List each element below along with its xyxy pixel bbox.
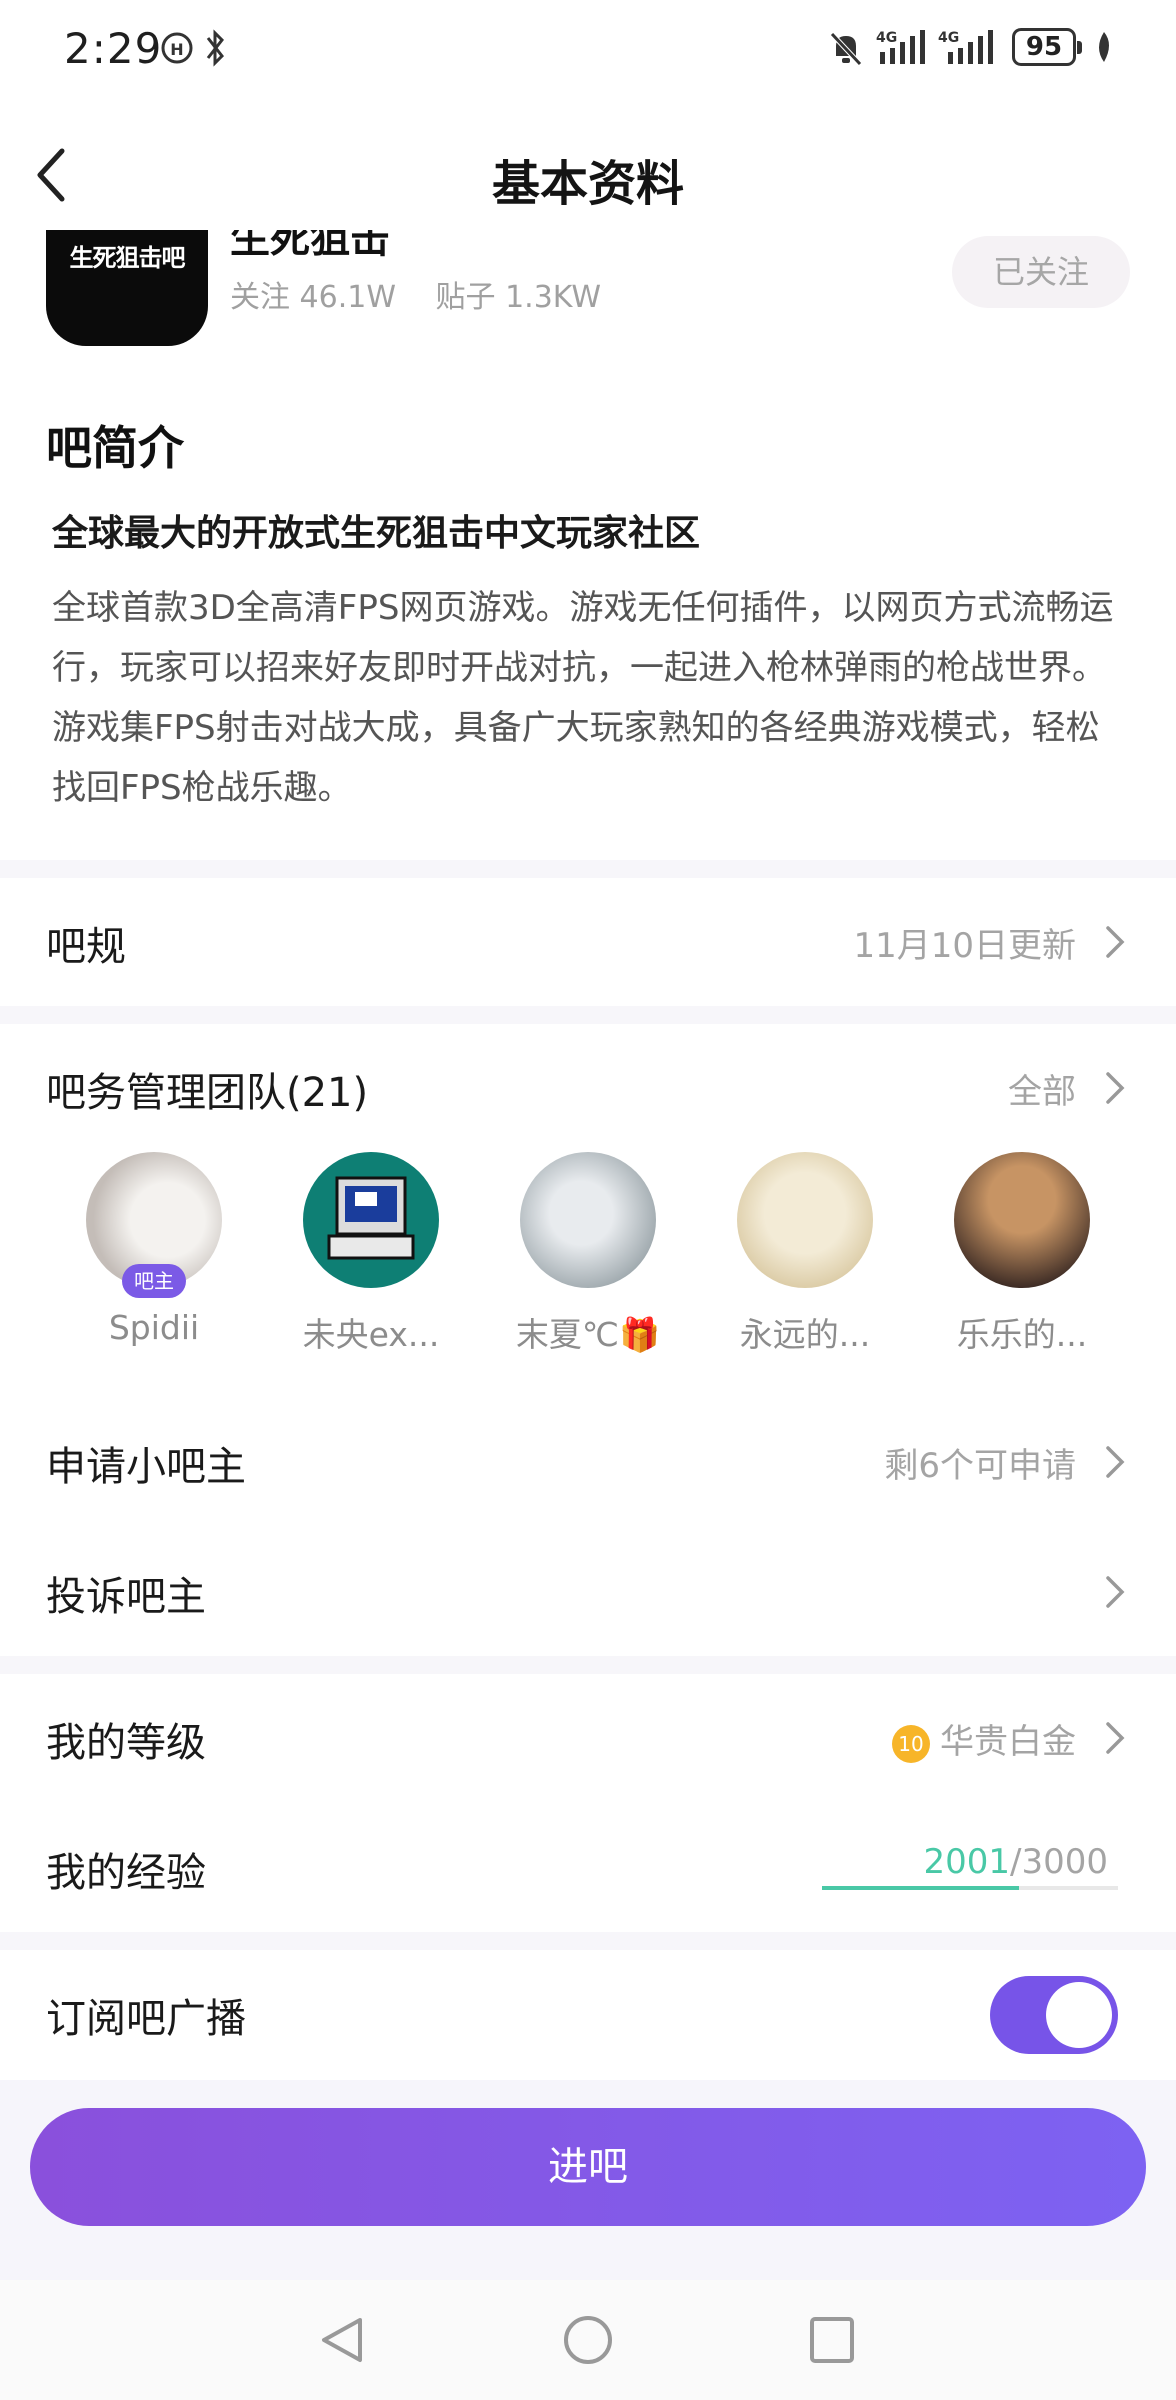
data-saver-icon: H <box>161 32 193 64</box>
svg-text:H: H <box>170 40 183 59</box>
intro-subtitle: 全球最大的开放式生死狙击中文玩家社区 <box>52 513 701 554</box>
forum-name: 生死狙击 <box>230 230 390 262</box>
level-row[interactable]: 我的等级 10 华贵白金 <box>0 1676 1176 1796</box>
admin-team-label: 吧务管理团队(21) <box>46 1070 369 1116</box>
mute-bell-icon <box>830 32 862 66</box>
level-value: 10 华贵白金 <box>892 1714 1076 1763</box>
apply-admin-remaining: 剩6个可申请 <box>884 1446 1076 1486</box>
chevron-right-icon <box>1106 1072 1125 1104</box>
nav-header: 基本资料 <box>0 100 1176 250</box>
experience-progress-bar <box>822 1886 1118 1890</box>
admin-name: 永远的... <box>739 1315 871 1354</box>
nav-back-icon[interactable] <box>318 2314 366 2366</box>
chevron-right-icon <box>1106 1576 1125 1608</box>
admin-team-row[interactable]: 吧务管理团队(21) 全部 <box>0 1026 1176 1146</box>
rules-updated: 11月10日更新 <box>853 926 1076 966</box>
avatar <box>520 1152 656 1288</box>
admin-member[interactable]: 未央ex... <box>271 1152 471 1356</box>
enter-forum-button[interactable]: 进吧 <box>30 2108 1146 2226</box>
forum-logo: 生死狙击吧 <box>46 230 208 346</box>
experience-label: 我的经验 <box>46 1850 206 1896</box>
admin-member[interactable]: 吧主 Spidii <box>54 1152 254 1347</box>
subscribe-toggle[interactable] <box>990 1976 1118 2054</box>
admin-name: 末夏℃🎁 <box>515 1315 661 1354</box>
experience-progress-fill <box>822 1886 1020 1890</box>
leaf-icon <box>1099 32 1109 62</box>
level-badge-icon: 10 <box>892 1724 930 1763</box>
subscribe-label: 订阅吧广播 <box>46 1996 246 2042</box>
level-label: 我的等级 <box>46 1720 206 1766</box>
section-divider <box>0 1006 1176 1024</box>
apply-admin-label: 申请小吧主 <box>46 1444 246 1490</box>
rules-label: 吧规 <box>46 924 126 970</box>
intro-body: 全球首款3D全高清FPS网页游戏。游戏无任何插件，以网页方式流畅运行，玩家可以招… <box>52 588 1114 808</box>
avatar <box>954 1152 1090 1288</box>
avatar <box>737 1152 873 1288</box>
followers-count: 关注 46.1W <box>230 280 396 315</box>
status-bar: 2:29 H 4G 4G 95 <box>0 0 1176 100</box>
posts-count: 贴子 1.3KW <box>435 280 602 315</box>
battery-indicator: 95 <box>1012 28 1082 66</box>
signal-4g-icon-2: 4G <box>938 30 993 64</box>
owner-badge: 吧主 <box>122 1264 186 1298</box>
svg-text:4G: 4G <box>876 30 897 46</box>
page-title: 基本资料 <box>491 156 684 212</box>
admin-member[interactable]: 乐乐的... <box>922 1152 1122 1356</box>
rules-row[interactable]: 吧规 11月10日更新 <box>0 880 1176 1000</box>
bottom-bar: 进吧 <box>0 2080 1176 2280</box>
section-divider <box>0 1656 1176 1674</box>
apply-admin-row[interactable]: 申请小吧主 剩6个可申请 <box>0 1400 1176 1520</box>
system-nav-bar <box>0 2280 1176 2400</box>
section-divider <box>0 860 1176 878</box>
report-admin-label: 投诉吧主 <box>46 1574 206 1620</box>
section-divider <box>0 1932 1176 1950</box>
status-time: 2:29 <box>64 24 163 73</box>
nav-home-icon[interactable] <box>562 2314 614 2366</box>
chevron-right-icon <box>1106 1722 1125 1754</box>
forum-card: 生死狙击吧 生死狙击 关注 46.1W 贴子 1.3KW 已关注 <box>0 230 1176 360</box>
admin-name: 乐乐的... <box>956 1315 1088 1354</box>
admin-member[interactable]: 末夏℃🎁 <box>488 1152 688 1356</box>
forum-stats: 关注 46.1W 贴子 1.3KW <box>230 272 631 316</box>
avatar <box>303 1152 439 1288</box>
admin-team-all: 全部 <box>1008 1072 1076 1112</box>
chevron-right-icon <box>1106 1446 1125 1478</box>
follow-button[interactable]: 已关注 <box>952 236 1130 308</box>
computer-icon <box>327 1176 415 1260</box>
admin-list: 吧主 Spidii 未央ex... 末夏℃🎁 永远的... 乐乐的... <box>0 1140 1176 1360</box>
admin-name: 未央ex... <box>302 1315 440 1354</box>
signal-4g-icon: 4G <box>876 30 925 64</box>
intro-heading: 吧简介 <box>46 421 184 475</box>
experience-value: 2001/3000 <box>923 1842 1108 1882</box>
admin-name: Spidii <box>108 1308 200 1347</box>
svg-text:4G: 4G <box>938 30 959 46</box>
chevron-right-icon <box>1106 926 1125 958</box>
bluetooth-icon <box>206 29 224 67</box>
report-admin-row[interactable]: 投诉吧主 <box>0 1530 1176 1650</box>
nav-recents-icon[interactable] <box>808 2314 856 2366</box>
toggle-knob <box>1046 1982 1112 2048</box>
admin-member[interactable]: 永远的... <box>705 1152 905 1356</box>
